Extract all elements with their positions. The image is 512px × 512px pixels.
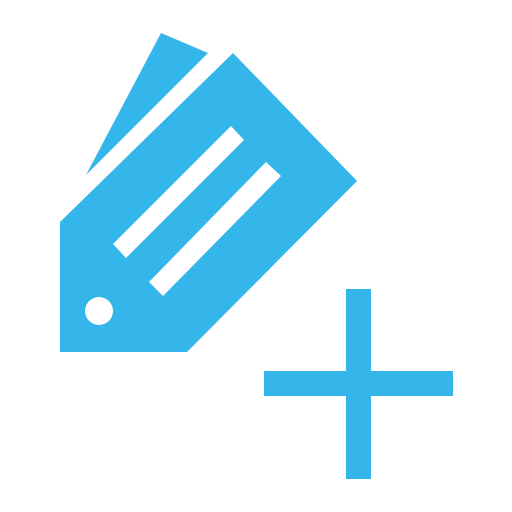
plus-icon [264, 289, 453, 479]
tag-hole-icon [85, 297, 113, 325]
add-tag-icon[interactable] [0, 0, 512, 512]
icon-canvas [0, 0, 512, 512]
